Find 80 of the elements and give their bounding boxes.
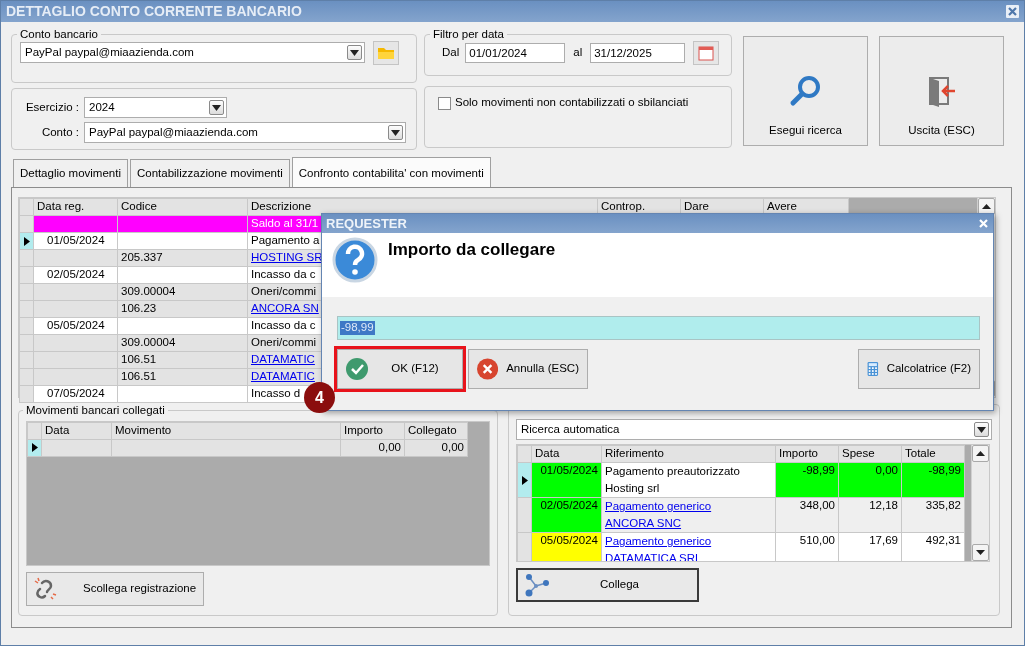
close-icon[interactable]: [1006, 5, 1019, 18]
reference-link[interactable]: Pagamento generico: [605, 498, 712, 515]
reference-text: Pagamento preautorizzato: [605, 464, 740, 479]
dialog-title: REQUESTER: [326, 215, 407, 232]
row-indicator[interactable]: [517, 462, 532, 498]
table-cell: 335,82: [901, 497, 965, 533]
table-cell: 02/05/2024: [531, 497, 602, 533]
column-header[interactable]: Importo: [340, 422, 405, 440]
column-header[interactable]: Collegato: [404, 422, 468, 440]
checkbox[interactable]: [438, 97, 451, 110]
date-field[interactable]: 31/12/2025: [590, 42, 686, 63]
down-arrow-icon[interactable]: [976, 550, 985, 555]
group-label: Filtro per data: [432, 28, 505, 41]
table-cell: 01/05/2024: [531, 462, 602, 498]
calculator-button[interactable]: Calcolatrice (F2): [858, 349, 980, 389]
search-button[interactable]: Esegui ricerca: [743, 36, 868, 146]
year-dropdown[interactable]: 2024: [84, 97, 227, 118]
table-cell: 0,00: [838, 462, 902, 498]
unlink-button[interactable]: Scollega registrazione: [26, 571, 204, 606]
date-field[interactable]: 01/01/2024: [465, 42, 566, 63]
table-cell: 510,00: [775, 532, 839, 561]
reference-text: Hosting srl: [605, 481, 660, 496]
field-label: al: [573, 45, 583, 60]
check-icon: [346, 358, 368, 380]
group-label: Conto bancario: [19, 28, 99, 41]
table-cell: -98,99: [775, 462, 839, 498]
calendar-button[interactable]: [693, 40, 720, 65]
amount-field[interactable]: -98,99: [337, 316, 980, 340]
exit-door-icon: [926, 74, 957, 109]
table-cell: 492,31: [901, 532, 965, 561]
calendar-icon: [698, 44, 715, 61]
search-mode-dropdown[interactable]: Ricerca automatica: [516, 419, 992, 440]
scrollbar[interactable]: [971, 445, 989, 561]
table-cell: 05/05/2024: [531, 532, 602, 561]
broken-link-icon: [33, 576, 57, 601]
field-label: Dal: [442, 45, 460, 60]
table-cell: -98,99: [901, 462, 965, 498]
caret-icon: [391, 129, 400, 136]
column-header[interactable]: Data reg.: [33, 198, 118, 216]
network-nodes-icon: [524, 573, 550, 597]
up-arrow-icon[interactable]: [976, 451, 985, 456]
tab[interactable]: Dettaglio movimenti: [13, 159, 128, 187]
caret-icon: [212, 104, 221, 111]
reference-link[interactable]: Pagamento generico: [605, 533, 712, 550]
current-row-icon: [24, 236, 30, 246]
row-indicator[interactable]: [19, 232, 34, 250]
question-icon: [332, 237, 378, 283]
search-icon: [788, 74, 823, 109]
account-dropdown[interactable]: PayPal paypal@miaazienda.com: [84, 122, 406, 143]
current-row-icon: [32, 443, 38, 453]
group-label: Movimenti bancari collegati: [25, 404, 166, 417]
column-header[interactable]: Movimento: [111, 422, 341, 440]
table-cell: 12,18: [838, 497, 902, 533]
table-cell: 348,00: [775, 497, 839, 533]
ok-button[interactable]: OK (F12): [337, 349, 463, 389]
column-header[interactable]: Codice: [117, 198, 248, 216]
folder-button[interactable]: [373, 40, 399, 65]
tab[interactable]: Confronto contabilita' con movimenti: [291, 157, 491, 187]
close-icon: [477, 358, 499, 380]
exit-button[interactable]: Uscita (ESC): [879, 36, 1004, 146]
column-header[interactable]: Totale: [901, 445, 965, 463]
table-cell: 17,69: [838, 532, 902, 561]
caret-icon: [350, 49, 359, 56]
cancel-button[interactable]: Annulla (ESC): [468, 349, 588, 389]
account-dropdown[interactable]: PayPal paypal@miaazienda.com: [20, 42, 365, 64]
folder-icon: [377, 45, 395, 60]
column-header[interactable]: Riferimento: [601, 445, 776, 463]
tab[interactable]: Contabilizzazione movimenti: [130, 159, 290, 187]
link-button[interactable]: Collega: [516, 568, 699, 602]
field-label: Conto :: [40, 125, 80, 140]
current-row-icon: [522, 475, 528, 485]
reference-link[interactable]: ANCORA SNC: [605, 515, 682, 532]
column-header[interactable]: Data: [531, 445, 602, 463]
caret-icon: [977, 426, 986, 433]
window-title: DETTAGLIO CONTO CORRENTE BANCARIO: [6, 3, 302, 20]
field-label: Esercizio :: [24, 100, 80, 115]
column-header[interactable]: Importo: [775, 445, 839, 463]
column-header[interactable]: Spese: [838, 445, 902, 463]
column-header[interactable]: Data: [41, 422, 112, 440]
up-arrow-icon[interactable]: [982, 204, 991, 209]
